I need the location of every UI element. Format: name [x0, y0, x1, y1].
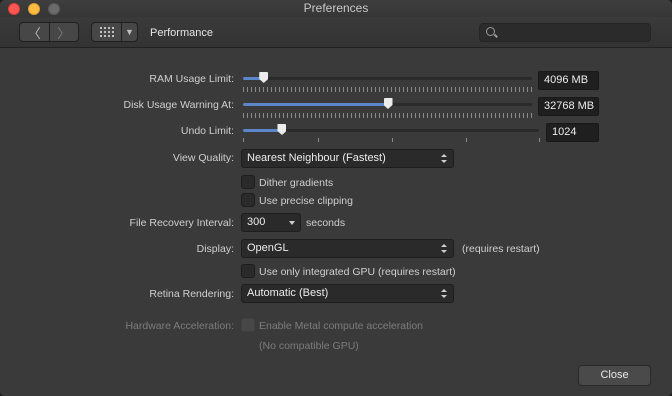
disk-usage-slider[interactable] — [243, 98, 532, 114]
precise-clipping-label[interactable]: Use precise clipping — [259, 195, 353, 207]
integrated-gpu-label[interactable]: Use only integrated GPU (requires restar… — [259, 266, 456, 278]
undo-limit-value[interactable]: 1024 — [546, 123, 599, 142]
display-selected: OpenGL — [247, 242, 289, 254]
display-label: Display: — [196, 243, 234, 255]
undo-limit-fill — [243, 129, 282, 132]
caret-down-icon: ▼ — [125, 27, 134, 37]
no-compatible-gpu-note: (No compatible GPU) — [259, 340, 359, 352]
metal-acceleration-label: Enable Metal compute acceleration — [259, 320, 424, 332]
disk-usage-ticks — [243, 113, 532, 118]
search-field[interactable] — [479, 23, 651, 42]
dither-gradients-label[interactable]: Dither gradients — [259, 177, 333, 189]
caret-down-icon — [289, 221, 295, 225]
ram-usage-thumb[interactable] — [259, 72, 269, 83]
ram-usage-slider[interactable] — [243, 72, 532, 88]
search-input[interactable] — [500, 25, 648, 40]
integrated-gpu-checkbox[interactable] — [241, 264, 255, 278]
disk-usage-label: Disk Usage Warning At: — [123, 99, 235, 111]
preferences-window: Preferences 〈 〉 ▼ Performance RAM Usage … — [0, 0, 672, 396]
undo-limit-thumb[interactable] — [277, 124, 287, 135]
forward-button[interactable]: 〉 — [48, 23, 79, 41]
file-recovery-selected: 300 — [247, 216, 266, 228]
toolbar: 〈 〉 ▼ Performance — [0, 17, 672, 48]
chevron-left-icon: 〈 — [27, 25, 41, 41]
ram-usage-value[interactable]: 4096 MB — [538, 71, 599, 90]
title-bar: Preferences — [0, 0, 672, 17]
retina-rendering-popup[interactable]: Automatic (Best) — [241, 284, 454, 303]
view-quality-selected: Nearest Neighbour (Fastest) — [247, 152, 386, 164]
up-down-arrows-icon — [441, 244, 447, 253]
undo-limit-slider[interactable] — [243, 124, 539, 140]
file-recovery-label: File Recovery Interval: — [129, 217, 234, 229]
retina-rendering-label: Retina Rendering: — [149, 288, 234, 300]
display-restart-note: (requires restart) — [462, 243, 540, 255]
up-down-arrows-icon — [441, 154, 447, 163]
undo-tick — [392, 138, 393, 142]
undo-tick — [466, 138, 467, 142]
undo-limit-label: Undo Limit: — [180, 125, 234, 137]
window-title: Preferences — [303, 1, 369, 15]
grid-icon — [99, 27, 114, 37]
navigation-buttons: 〈 〉 — [19, 22, 79, 42]
view-quality-label: View Quality: — [172, 152, 234, 164]
search-icon — [486, 27, 495, 36]
metal-acceleration-checkbox — [241, 318, 255, 332]
show-all-button-group: ▼ — [91, 22, 138, 42]
hardware-acceleration-label: Hardware Acceleration: — [125, 320, 234, 332]
undo-tick — [243, 138, 244, 142]
ram-usage-ticks — [243, 87, 532, 92]
show-all-button[interactable] — [92, 23, 121, 41]
chevron-right-icon: 〉 — [57, 25, 71, 41]
view-quality-popup[interactable]: Nearest Neighbour (Fastest) — [241, 149, 454, 168]
undo-tick — [539, 138, 540, 142]
show-all-menu-button[interactable]: ▼ — [121, 23, 137, 41]
up-down-arrows-icon — [441, 289, 447, 298]
back-button[interactable]: 〈 — [20, 23, 49, 41]
undo-tick — [318, 138, 319, 142]
disk-usage-thumb[interactable] — [383, 98, 393, 109]
close-button[interactable]: Close — [578, 365, 651, 386]
file-recovery-unit: seconds — [306, 217, 346, 229]
precise-clipping-checkbox[interactable] — [241, 193, 255, 207]
disk-usage-fill — [243, 103, 388, 106]
dither-gradients-checkbox[interactable] — [241, 175, 255, 189]
retina-rendering-selected: Automatic (Best) — [247, 287, 329, 299]
page-title: Performance — [150, 27, 213, 39]
ram-usage-label: RAM Usage Limit: — [149, 73, 234, 85]
disk-usage-value[interactable]: 32768 MB — [538, 97, 599, 116]
display-popup[interactable]: OpenGL — [241, 239, 454, 258]
file-recovery-popup[interactable]: 300 — [241, 213, 301, 232]
